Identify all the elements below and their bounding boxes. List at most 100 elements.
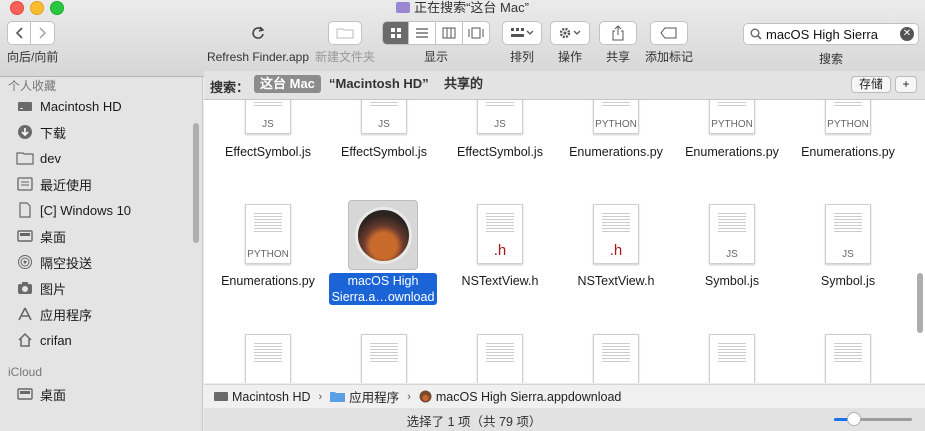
view-group: 显示	[382, 21, 490, 64]
back-forward-group: 向后/向前	[7, 21, 65, 64]
file-icon[interactable]	[361, 334, 407, 383]
selection-status: 选择了 1 项（共 79 项）	[406, 415, 542, 429]
file-item[interactable]: .h NSTextView.h	[442, 200, 558, 300]
path-segment-macintosh-hd[interactable]: Macintosh HD	[214, 390, 311, 404]
action-label: 操作	[557, 50, 582, 64]
chevron-right-icon	[38, 27, 46, 39]
icon-size-slider[interactable]	[834, 412, 912, 426]
file-name: NSTextView.h	[461, 274, 539, 288]
file-name: EffectSymbol.js	[341, 145, 427, 159]
sidebar-item-dev[interactable]: dev	[16, 147, 61, 169]
sidebar-item-icloud-desktop[interactable]: 桌面	[16, 383, 66, 405]
file-name: Symbol.js	[704, 274, 760, 288]
scope-label: 搜索：	[210, 80, 250, 95]
file-icon[interactable]	[709, 334, 755, 383]
file-item[interactable]: JS EffectSymbol.js	[326, 100, 442, 170]
sidebar-item-label: 应用程序	[40, 307, 93, 323]
python-file-icon: PYTHON	[245, 204, 291, 264]
js-file-icon: JS	[245, 100, 291, 134]
desktop-icon	[16, 228, 34, 244]
scope-macintosh-hd[interactable]: “Macintosh HD”	[323, 75, 435, 93]
file-item[interactable]: PYTHON Enumerations.py	[210, 200, 326, 300]
action-item[interactable]: 操作	[550, 21, 590, 64]
tag-item[interactable]: 添加标记	[643, 21, 695, 64]
forward-button[interactable]	[31, 21, 55, 45]
file-item[interactable]: JS EffectSymbol.js	[442, 100, 558, 170]
sidebar-item-pictures[interactable]: 图片	[16, 277, 66, 299]
sidebar-item-label: 桌面	[40, 229, 67, 245]
search-field[interactable]: ✕	[743, 23, 919, 45]
add-tag-button[interactable]	[650, 21, 688, 45]
scope-this-mac[interactable]: 这台 Mac	[254, 75, 321, 93]
save-search-button[interactable]: 存储	[851, 76, 891, 93]
list-view-button[interactable]	[409, 21, 436, 45]
content-scrollbar[interactable]	[917, 273, 923, 333]
sidebar-item-desktop[interactable]: 桌面	[16, 225, 66, 247]
sidebar-item-label: 最近使用	[40, 177, 93, 193]
clear-search-icon[interactable]: ✕	[900, 27, 914, 41]
sidebar-item-airdrop[interactable]: 隔空投送	[16, 251, 92, 273]
toolbar: 正在搜索“这台 Mac” 向后/向前 Refresh Finder.app 新建…	[0, 0, 925, 77]
back-forward-label: 向后/向前	[7, 50, 59, 64]
grid-icon	[390, 28, 401, 38]
hard-drive-icon	[16, 98, 34, 114]
arrange-item[interactable]: 排列	[502, 21, 542, 64]
arrange-button[interactable]	[502, 21, 542, 45]
scope-shared[interactable]: 共享的	[438, 75, 489, 93]
status-bar: 选择了 1 项（共 79 项）	[204, 408, 925, 431]
file-icon[interactable]	[477, 334, 523, 383]
back-button[interactable]	[7, 21, 31, 45]
chevron-left-icon	[15, 27, 23, 39]
file-name: Enumerations.py	[569, 145, 663, 159]
python-file-icon: PYTHON	[825, 100, 871, 134]
selected-file-name[interactable]: macOS High Sierra.a…ownload	[329, 273, 437, 305]
file-icon[interactable]	[825, 334, 871, 383]
sidebar-item-downloads[interactable]: 下载	[16, 121, 66, 143]
refresh-icon	[252, 26, 265, 39]
refresh-finder-item[interactable]: Refresh Finder.app	[206, 21, 310, 64]
sidebar-scrollbar[interactable]	[193, 123, 199, 243]
file-item[interactable]: JS Symbol.js	[674, 200, 790, 300]
sidebar-item-macintosh-hd[interactable]: Macintosh HD	[16, 95, 122, 117]
header-file-icon: .h	[477, 204, 523, 264]
file-item[interactable]: PYTHON Enumerations.py	[558, 100, 674, 170]
add-criteria-button[interactable]: +	[895, 76, 917, 93]
column-view-button[interactable]	[436, 21, 463, 45]
js-file-icon: JS	[825, 204, 871, 264]
header-file-icon: .h	[593, 204, 639, 264]
sidebar-item-label: 下载	[40, 125, 67, 141]
sidebar-item-applications[interactable]: 应用程序	[16, 303, 92, 325]
sidebar-item-label: 桌面	[40, 387, 67, 403]
search-icon	[750, 28, 762, 40]
file-item[interactable]: JS Symbol.js	[790, 200, 906, 300]
new-folder-label: 新建文件夹	[314, 50, 375, 64]
add-tag-label: 添加标记	[644, 50, 693, 64]
slider-knob[interactable]	[846, 412, 861, 426]
gallery-view-button[interactable]	[463, 21, 490, 45]
new-folder-button[interactable]	[328, 21, 362, 45]
share-button[interactable]	[599, 21, 637, 45]
file-item[interactable]: .h NSTextView.h	[558, 200, 674, 300]
refresh-button[interactable]	[244, 21, 272, 45]
folder-icon	[16, 150, 34, 166]
sidebar-item-recents[interactable]: 最近使用	[16, 173, 92, 195]
sidebar-item-label: 隔空投送	[40, 255, 93, 271]
file-item[interactable]: PYTHON Enumerations.py	[674, 100, 790, 170]
share-icon	[612, 25, 624, 41]
file-item[interactable]: JS EffectSymbol.js	[210, 100, 326, 170]
recents-icon	[16, 176, 34, 192]
path-segment-applications[interactable]: 应用程序	[330, 387, 399, 406]
action-button[interactable]	[550, 21, 590, 45]
sidebar-item-windows[interactable]: [C] Windows 10	[16, 199, 131, 221]
search-input[interactable]	[766, 25, 896, 43]
macos-disk-icon	[419, 390, 432, 403]
new-folder-item[interactable]: 新建文件夹	[314, 21, 376, 64]
path-segment-installer[interactable]: macOS High Sierra.appdownload	[419, 390, 621, 404]
columns-icon	[442, 27, 456, 39]
file-icon[interactable]	[245, 334, 291, 383]
icon-view-button[interactable]	[382, 21, 409, 45]
sidebar-item-home[interactable]: crifan	[16, 329, 72, 351]
file-icon[interactable]	[593, 334, 639, 383]
file-item[interactable]: PYTHON Enumerations.py	[790, 100, 906, 170]
share-item[interactable]: 共享	[598, 21, 638, 64]
